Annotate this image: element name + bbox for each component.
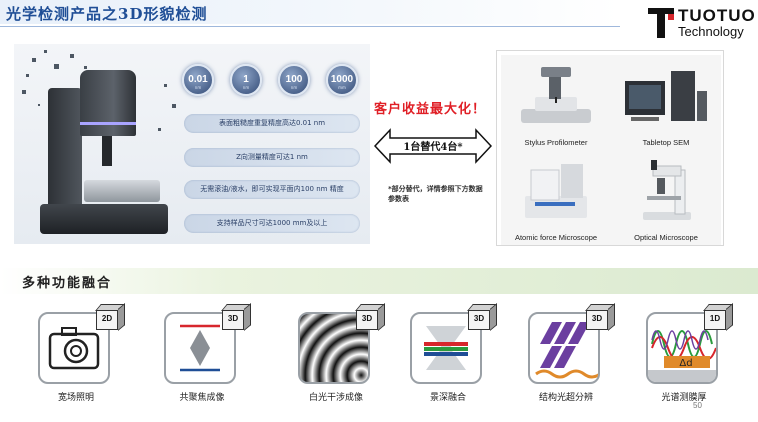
spec-pill: 表面粗糙度重复精度高达0.01 nm	[184, 114, 360, 133]
dimension-badge: 3D	[355, 303, 386, 331]
logo-name: TUOTUO	[678, 6, 756, 25]
page-title: 光学检测产品之3D形貌检测	[6, 5, 208, 23]
instrument-label: Atomic force Microscope	[514, 233, 598, 242]
company-logo: TUOTUO Technology	[648, 6, 758, 40]
logo-subtitle: Technology	[678, 24, 744, 39]
precision-badge: 1 nm	[230, 64, 262, 96]
feature-card: 3D 景深融合	[402, 303, 512, 404]
dimension-badge: 3D	[585, 303, 616, 331]
svg-text:Δd: Δd	[679, 358, 692, 369]
feature-card: 3D 白光干涉成像	[290, 303, 400, 404]
feature-label: 白光干涉成像	[308, 393, 363, 403]
instrument-tile: Atomic force Microscope	[501, 150, 611, 245]
section-header-bar	[0, 268, 758, 294]
spec-pill: Z向测量精度可达1 nm	[184, 148, 360, 167]
spec-pill: 无需滚油/液水，即可实现平面内100 nm 精度	[184, 180, 360, 199]
dimension-badge: 1D	[703, 303, 734, 331]
feature-label: 宽场照明	[57, 393, 94, 403]
tabletop-sem-image	[625, 71, 707, 121]
title-divider	[0, 26, 620, 27]
replace-arrow: 1台替代4台*	[373, 128, 493, 164]
dimension-badge: 3D	[221, 303, 252, 331]
precision-badge: 1000 mm	[326, 64, 358, 96]
profiler-machine-image	[40, 70, 168, 242]
replace-footnote: *部分替代，详情参照下方数据参数表	[388, 185, 483, 203]
benefit-headline: 客户收益最大化！	[374, 102, 487, 117]
feature-card: 3D 共聚焦成像	[156, 303, 266, 404]
page-number: 50	[693, 401, 702, 410]
section-title: 多种功能融合	[22, 276, 113, 291]
instrument-label: Optical Microscope	[634, 233, 698, 242]
instrument-label: Stylus Profilometer	[524, 138, 588, 147]
feature-card: 3D 结构光超分辨	[520, 303, 630, 404]
stylus-profilometer-image	[521, 67, 591, 123]
spec-pill: 支持样品尺寸可达1000 mm及以上	[184, 214, 360, 233]
precision-badges: 0.01 nm 1 nm 100 nm 1000 mm	[182, 64, 362, 96]
feature-label: 结构光超分辨	[538, 393, 593, 403]
feature-label: 光谱测膜厚	[661, 393, 707, 403]
instrument-label: Tabletop SEM	[642, 138, 690, 147]
product-banner: 0.01 nm 1 nm 100 nm 1000 mm 表面粗糙度重复精度高达0…	[14, 44, 370, 244]
precision-badge: 0.01 nm	[182, 64, 214, 96]
logo-mark-icon	[648, 6, 674, 38]
instrument-tile: Optical Microscope	[611, 150, 721, 245]
dimension-badge: 3D	[467, 303, 498, 331]
afm-image	[525, 164, 587, 218]
feature-label: 景深融合	[429, 393, 466, 403]
feature-card: Δd 1D 光谱测膜厚	[638, 303, 748, 404]
instrument-tile: Tabletop SEM	[611, 55, 721, 150]
feature-label: 共聚焦成像	[179, 393, 225, 403]
replace-label: 1台替代4台*	[403, 142, 463, 153]
dimension-badge: 2D	[95, 303, 126, 331]
instrument-tile: Stylus Profilometer	[501, 55, 611, 150]
optical-microscope-image	[643, 160, 691, 220]
instrument-grid: Stylus Profilometer Tabletop SEM Atomic …	[496, 50, 724, 246]
feature-card: 2D 宽场照明	[30, 303, 140, 404]
precision-badge: 100 nm	[278, 64, 310, 96]
